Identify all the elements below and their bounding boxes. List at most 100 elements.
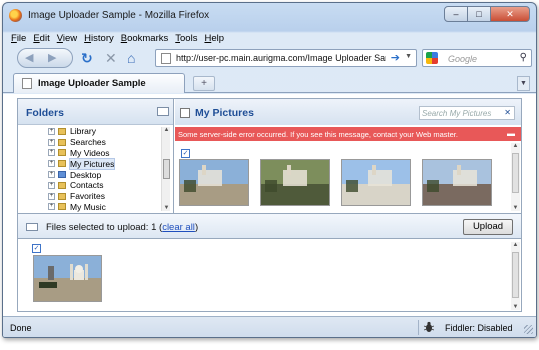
upload-toolbar: Files selected to upload: 1 (clear all) … [18, 213, 521, 239]
address-url[interactable]: http://user-pc.main.aurigma.com/Image Up… [176, 53, 386, 63]
upload-button[interactable]: Upload [463, 219, 513, 235]
clear-all-link[interactable]: clear all [162, 222, 195, 233]
expand-icon[interactable]: + [48, 138, 55, 146]
tab-image-uploader[interactable]: Image Uploader Sample [13, 73, 185, 93]
resize-grip-icon[interactable] [524, 325, 533, 334]
pictures-search-input[interactable]: Search My Pictures ✕ [419, 106, 515, 120]
tab-page-icon [22, 78, 32, 89]
pictures-scrollbar[interactable]: ▲ ▼ [511, 143, 520, 211]
status-text: Done [10, 323, 32, 333]
menu-file[interactable]: File [11, 33, 26, 44]
minimize-button[interactable]: – [444, 6, 468, 22]
folders-title: Folders [26, 107, 64, 119]
new-tab-button[interactable]: + [193, 76, 215, 91]
google-logo-icon[interactable] [426, 52, 438, 64]
magnifier-icon[interactable]: ⚲ [520, 52, 527, 63]
pictures-scroll-thumb[interactable] [512, 153, 519, 193]
expand-icon[interactable]: + [48, 127, 55, 135]
browser-window: Image Uploader Sample - Mozilla Firefox … [2, 2, 537, 338]
folder-tree-label: Library [70, 126, 96, 137]
maximize-button[interactable]: □ [467, 6, 491, 22]
upload-item-thumbnail[interactable] [33, 255, 102, 302]
tab-strip: Image Uploader Sample + ▼ [3, 73, 536, 93]
thumbnail-grid [179, 159, 509, 211]
upload-list-icon [26, 223, 38, 231]
error-close-icon[interactable]: ▬ [507, 129, 515, 138]
fiddler-status[interactable]: Fiddler: Disabled [445, 323, 513, 333]
scroll-up-icon[interactable]: ▲ [511, 143, 520, 149]
folder-tree-item[interactable]: + My Pictures [48, 157, 160, 170]
photo-thumbnail[interactable] [341, 159, 411, 206]
fiddler-bug-icon[interactable] [424, 321, 434, 333]
scroll-down-icon[interactable]: ▼ [511, 304, 520, 310]
close-button[interactable]: ✕ [490, 6, 530, 22]
firefox-logo-icon [9, 9, 22, 22]
web-search-placeholder[interactable]: Google [448, 54, 477, 64]
menu-bar: File Edit View History Bookmarks Tools H… [11, 33, 231, 44]
folder-tree-item[interactable]: + My Music [48, 202, 160, 212]
home-icon[interactable]: ⌂ [127, 51, 135, 65]
menu-edit[interactable]: Edit [33, 33, 49, 44]
clear-search-icon[interactable]: ✕ [504, 108, 511, 117]
folder-tree-item[interactable]: + Library [48, 126, 160, 137]
expand-icon[interactable]: + [48, 192, 55, 200]
expand-icon[interactable]: + [48, 149, 55, 157]
folder-icon [58, 160, 66, 168]
web-search-box[interactable]: Google ⚲ [422, 49, 532, 67]
folders-scrollbar[interactable]: ▲ ▼ [161, 127, 170, 211]
upload-item-checkbox[interactable]: ✓ [32, 244, 41, 253]
folder-tree-item[interactable]: + Favorites [48, 191, 160, 202]
menu-bookmarks[interactable]: Bookmarks [121, 33, 169, 44]
upload-list-scrollbar[interactable]: ▲ ▼ [511, 242, 520, 310]
go-arrow-icon[interactable]: ➔ [391, 51, 400, 64]
back-forward-group: ◀ ▶ [17, 48, 73, 68]
photo-thumbnail[interactable] [179, 159, 249, 206]
menu-history[interactable]: History [84, 33, 114, 44]
expand-icon[interactable]: + [48, 181, 55, 189]
back-arrow-icon[interactable]: ◀ [25, 51, 33, 64]
photo-thumbnail[interactable] [422, 159, 492, 206]
menu-view[interactable]: View [57, 33, 77, 44]
stop-icon[interactable]: ✕ [105, 51, 117, 65]
expand-icon[interactable]: + [48, 203, 55, 211]
scroll-down-icon[interactable]: ▼ [511, 205, 520, 211]
folders-view-toggle-icon[interactable] [157, 107, 169, 116]
error-message: Some server-side error occurred. If you … [178, 130, 458, 139]
folder-tree-item[interactable]: + Searches [48, 137, 160, 148]
folders-header: Folders [18, 99, 173, 125]
folders-panel: Folders + Library + Searches + My Videos + My P… [18, 99, 174, 213]
forward-arrow-icon[interactable]: ▶ [48, 51, 56, 64]
image-uploader: Folders + Library + Searches + My Videos + My P… [17, 98, 522, 312]
address-bar[interactable]: http://user-pc.main.aurigma.com/Image Up… [155, 49, 417, 67]
scroll-up-icon[interactable]: ▲ [162, 127, 171, 133]
reload-icon[interactable]: ↻ [81, 51, 93, 65]
folders-scroll-thumb[interactable] [163, 159, 170, 179]
files-selected-text: Files selected to upload: 1 (clear all) [46, 222, 199, 233]
desktop-icon [58, 171, 66, 179]
folder-tree-label: My Videos [70, 147, 110, 158]
window-controls: – □ ✕ [444, 6, 530, 22]
upload-scroll-thumb[interactable] [512, 252, 519, 298]
scroll-down-icon[interactable]: ▼ [162, 205, 171, 211]
folder-tree-item[interactable]: + My Videos [48, 148, 160, 159]
photo-thumbnail[interactable] [260, 159, 330, 206]
select-all-checkbox[interactable] [180, 108, 190, 118]
tab-list-button[interactable]: ▼ [517, 76, 530, 91]
page-icon [161, 53, 171, 64]
expand-icon[interactable]: + [48, 160, 55, 168]
folder-icon [58, 203, 66, 211]
folder-tree-item[interactable]: + Contacts [48, 180, 160, 191]
thumbnail-checkbox[interactable]: ✓ [181, 149, 190, 158]
window-title: Image Uploader Sample - Mozilla Firefox [28, 10, 210, 21]
folder-icon [58, 181, 66, 189]
menu-tools[interactable]: Tools [175, 33, 197, 44]
pictures-search-placeholder: Search My Pictures [422, 109, 492, 118]
scroll-up-icon[interactable]: ▲ [511, 242, 520, 248]
pictures-title: My Pictures [195, 107, 254, 119]
page-content: Folders + Library + Searches + My Videos + My P… [3, 94, 536, 316]
expand-icon[interactable]: + [48, 171, 55, 179]
menu-help[interactable]: Help [204, 33, 224, 44]
status-separator [418, 320, 419, 335]
folder-tree-item[interactable]: + Desktop [48, 169, 160, 180]
url-dropdown-icon[interactable]: ▼ [405, 53, 412, 60]
